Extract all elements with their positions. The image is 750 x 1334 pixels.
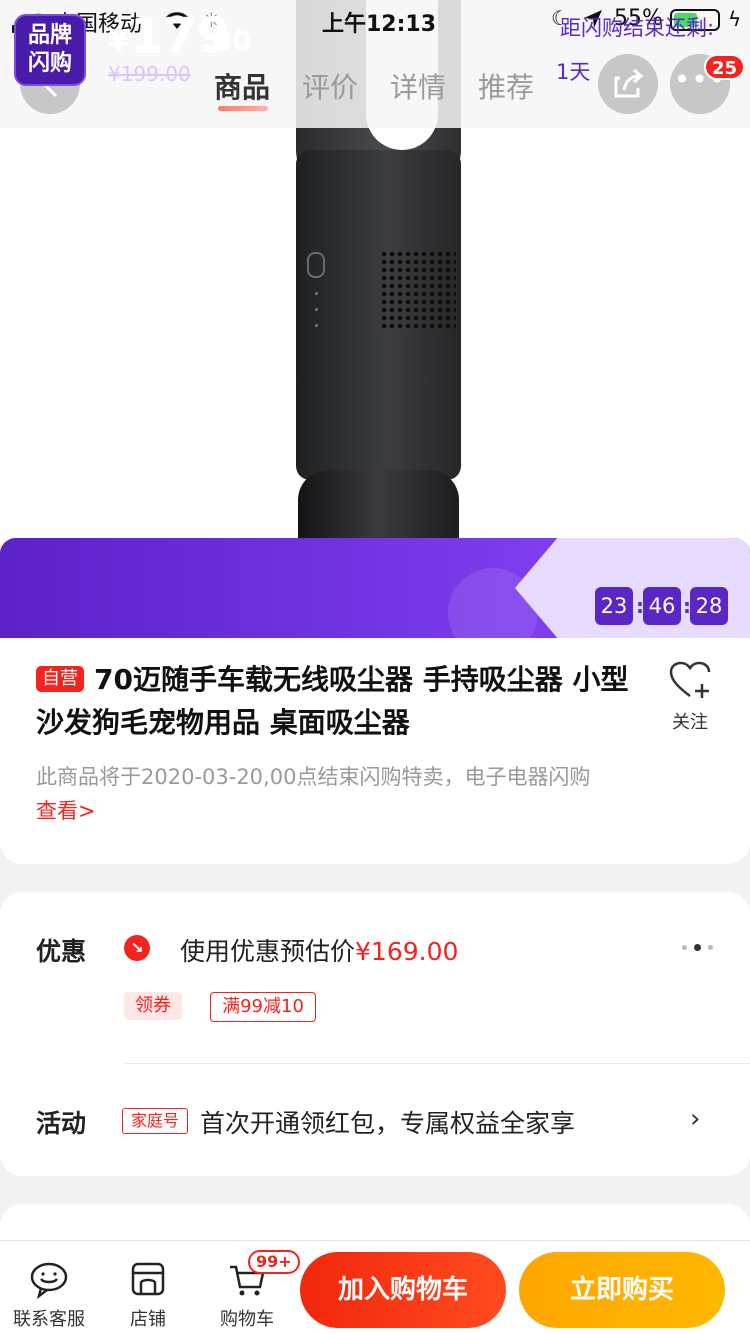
promo-estimate-text: 使用优惠预估价 (180, 937, 356, 966)
price-currency: ¥ (108, 24, 129, 59)
discount-arrow-icon: ↘ (124, 935, 150, 961)
coupon-offer[interactable]: 满99减10 (210, 992, 316, 1022)
flash-price-decimal: .00 (202, 24, 252, 57)
follow-label[interactable]: 关注 (672, 708, 708, 734)
countdown-hours: 23 (595, 587, 633, 625)
tab-reviews[interactable]: 评价 (302, 66, 358, 106)
vacuum-grill (380, 250, 456, 330)
tab-product[interactable]: 商品 (214, 66, 270, 106)
brand-flash-tag-line2: 闪购 (28, 51, 73, 76)
buy-now-button[interactable]: 立即购买 (519, 1252, 725, 1328)
more-dots-icon[interactable] (680, 944, 716, 952)
store-button[interactable]: 店铺 (103, 1241, 193, 1334)
customer-service-label: 联系客服 (13, 1309, 85, 1330)
tab-recommend[interactable]: 推荐 (478, 66, 534, 106)
charging-icon: ϟ (728, 7, 742, 31)
self-operated-tag: 自营 (36, 666, 84, 692)
countdown-minutes: 46 (643, 587, 681, 625)
promo-price: ¥169.00 (355, 937, 459, 966)
activity-text[interactable]: 首次开通领红包，专属权益全家享 (200, 1104, 575, 1140)
promo-label: 优惠 (36, 937, 87, 966)
store-icon (131, 1262, 165, 1296)
vacuum-power-button (307, 252, 325, 278)
brand-flash-tag: 品牌 闪购 (14, 14, 86, 86)
add-to-cart-button[interactable]: 加入购物车 (300, 1252, 506, 1328)
brand-flash-tag-line1: 品牌 (28, 23, 73, 48)
countdown-seconds: 28 (690, 587, 728, 625)
countdown-days: 1天 (556, 60, 591, 84)
clock: 上午12:13 (322, 12, 437, 37)
active-tab-indicator (218, 106, 268, 111)
countdown-label: 距闪购结束还剩: (560, 16, 715, 40)
customer-service-button[interactable]: 联系客服 (4, 1241, 94, 1334)
vacuum-indicator (315, 292, 318, 295)
flash-sale-banner (0, 538, 750, 638)
chat-bubble-icon (30, 1262, 68, 1299)
activity-label: 活动 (36, 1109, 87, 1138)
vacuum-nozzle (298, 470, 459, 545)
share-icon (614, 68, 644, 98)
cart-count-badge: 99+ (248, 1250, 300, 1274)
store-label: 店铺 (130, 1309, 166, 1330)
notice-text: 此商品将于2020-03-20,00点结束闪购特卖，电子电器闪购 (36, 765, 591, 789)
message-badge: 25 (704, 54, 746, 80)
share-button[interactable] (598, 54, 658, 114)
cart-label: 购物车 (220, 1309, 274, 1330)
heart-plus-icon[interactable] (668, 660, 712, 700)
family-account-tag: 家庭号 (122, 1108, 188, 1134)
promo-estimate[interactable]: 使用优惠预估价¥169.00 (180, 932, 458, 968)
vacuum-indicator (315, 308, 318, 311)
product-title: 70迈随手车载无线吸尘器 手持吸尘器 小型沙发狗毛宠物用品 桌面吸尘器 (36, 663, 629, 739)
get-coupon-button[interactable]: 领券 (124, 992, 182, 1020)
original-price: ¥199.00 (108, 62, 191, 86)
divider (124, 1063, 750, 1064)
vacuum-indicator (315, 324, 318, 327)
view-link[interactable]: 查看> (36, 799, 96, 823)
chevron-right-icon[interactable]: › (690, 1104, 700, 1134)
flash-sale-notice: 此商品将于2020-03-20,00点结束闪购特卖，电子电器闪购 查看> (36, 760, 716, 828)
tab-details[interactable]: 详情 (390, 66, 446, 106)
